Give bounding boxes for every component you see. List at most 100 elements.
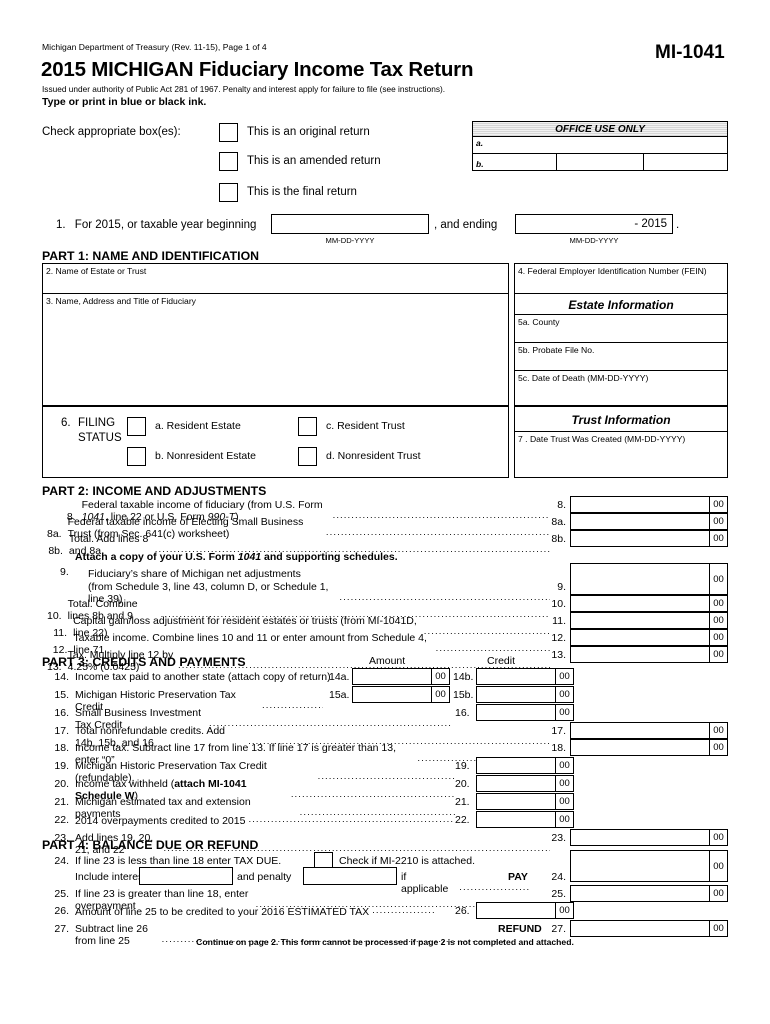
line-26-cents: 00 bbox=[555, 903, 573, 918]
line-16-credit-input[interactable]: 00 bbox=[476, 704, 574, 721]
fiduciary-name-address-title-field[interactable] bbox=[42, 293, 509, 406]
line-8-cents: 00 bbox=[709, 497, 727, 512]
line-27-amount-input[interactable]: 00 bbox=[570, 920, 728, 937]
estate-information-title: Estate Information bbox=[568, 298, 674, 312]
check-boxes-intro: Check appropriate box(es): bbox=[42, 126, 181, 138]
line-14-text: Income tax paid to another state (attach… bbox=[75, 671, 331, 683]
nonresident-trust-row[interactable]: d. Nonresident Trust bbox=[298, 447, 421, 466]
line-9-amount-input[interactable]: 00 bbox=[570, 563, 728, 595]
line-19-amount-input[interactable]: 00 bbox=[476, 757, 574, 774]
line-8b-amount-input[interactable]: 00 bbox=[570, 530, 728, 547]
office-use-row-b[interactable]: b. bbox=[472, 154, 728, 171]
line-17-amount-input[interactable]: 00 bbox=[570, 722, 728, 739]
attach-1041-note: Attach a copy of your U.S. Form 1041 and… bbox=[75, 551, 398, 563]
line-13-rno: 13. bbox=[551, 649, 566, 661]
amended-return-checkbox[interactable] bbox=[219, 152, 238, 171]
line-23-rno: 23. bbox=[551, 832, 566, 844]
probate-file-no-label: 5b. Probate File No. bbox=[518, 345, 595, 355]
line-11-amount-input[interactable]: 00 bbox=[570, 612, 728, 629]
line-9-number: 9. bbox=[60, 566, 69, 578]
line-14a-amount-input[interactable]: 00 bbox=[352, 668, 450, 685]
line-25-number: 25. bbox=[54, 888, 69, 900]
line-24-number: 24. bbox=[54, 855, 69, 867]
resident-trust-checkbox[interactable] bbox=[298, 417, 317, 436]
line-22-row: 2014 overpayments credited to 2015 .....… bbox=[75, 814, 457, 827]
nonresident-trust-checkbox[interactable] bbox=[298, 447, 317, 466]
line-14a-label: 14a. bbox=[329, 671, 350, 683]
ending-date-input[interactable]: - 2015 bbox=[515, 214, 673, 234]
line-27-rno: 27. bbox=[551, 923, 566, 935]
line-25-amount-input[interactable]: 00 bbox=[570, 885, 728, 902]
line-8a-rno: 8a. bbox=[551, 516, 566, 528]
line-22-amount-input[interactable]: 00 bbox=[476, 811, 574, 828]
issued-authority-line: Issued under authority of Public Act 281… bbox=[42, 84, 446, 94]
office-use-only-title: OFFICE USE ONLY bbox=[472, 121, 728, 137]
line-11-cents: 00 bbox=[709, 613, 727, 628]
line-8a-cents: 00 bbox=[709, 514, 727, 529]
final-return-checkbox[interactable] bbox=[219, 183, 238, 202]
line-26-leader: ................. bbox=[372, 905, 436, 916]
line-21-cents: 00 bbox=[555, 794, 573, 809]
pay-label: PAY bbox=[508, 871, 528, 883]
form-page: Michigan Department of Treasury (Rev. 11… bbox=[0, 0, 770, 1024]
office-use-row-b-cell2[interactable] bbox=[557, 154, 644, 170]
line-16-label: 16. bbox=[455, 707, 470, 719]
line-14b-credit-input[interactable]: 00 bbox=[476, 668, 574, 685]
form-number: MI-1041 bbox=[655, 42, 725, 63]
line-15b-cents: 00 bbox=[555, 687, 573, 702]
line-27-number: 27. bbox=[54, 923, 69, 935]
line-22-text: 2014 overpayments credited to 2015 bbox=[75, 815, 246, 827]
original-return-checkbox[interactable] bbox=[219, 123, 238, 142]
line-10-amount-input[interactable]: 00 bbox=[570, 595, 728, 612]
beginning-date-input[interactable] bbox=[271, 214, 429, 234]
fiduciary-name-address-title-label: 3. Name, Address and Title of Fiduciary bbox=[46, 296, 196, 306]
interest-input[interactable] bbox=[139, 867, 233, 885]
line-18-number: 18. bbox=[54, 742, 69, 754]
line-8-amount-input[interactable]: 00 bbox=[570, 496, 728, 513]
line-17-rno: 17. bbox=[551, 725, 566, 737]
line-8a-amount-input[interactable]: 00 bbox=[570, 513, 728, 530]
line-20-amount-input[interactable]: 00 bbox=[476, 775, 574, 792]
line-12-amount-input[interactable]: 00 bbox=[570, 629, 728, 646]
line1-text-before: For 2015, or taxable year beginning bbox=[74, 219, 257, 231]
office-use-row-a[interactable]: a. bbox=[472, 137, 728, 154]
footer-note: Continue on page 2. This form cannot be … bbox=[196, 937, 574, 947]
line-18-amount-input[interactable]: 00 bbox=[570, 739, 728, 756]
resident-trust-row[interactable]: c. Resident Trust bbox=[298, 417, 405, 436]
original-return-row[interactable]: This is an original return bbox=[219, 123, 370, 142]
nonresident-estate-checkbox[interactable] bbox=[127, 447, 146, 466]
line-15b-credit-input[interactable]: 00 bbox=[476, 686, 574, 703]
date-of-death-label: 5c. Date of Death (MM-DD-YYYY) bbox=[518, 373, 649, 383]
line-16-cents: 00 bbox=[555, 705, 573, 720]
line-25-rno: 25. bbox=[551, 888, 566, 900]
line-25-cents: 00 bbox=[709, 886, 727, 901]
penalty-input[interactable] bbox=[303, 867, 397, 885]
line-23-amount-input[interactable]: 00 bbox=[570, 829, 728, 846]
final-return-row[interactable]: This is the final return bbox=[219, 183, 357, 202]
resident-estate-row[interactable]: a. Resident Estate bbox=[127, 417, 241, 436]
resident-estate-checkbox[interactable] bbox=[127, 417, 146, 436]
line-24-rno: 24. bbox=[551, 871, 566, 883]
line-8b-cents: 00 bbox=[709, 531, 727, 546]
date-trust-created-label: 7 . Date Trust Was Created (MM-DD-YYYY) bbox=[518, 434, 686, 444]
line-21-amount-input[interactable]: 00 bbox=[476, 793, 574, 810]
office-use-only-block: OFFICE USE ONLY a. b. bbox=[472, 121, 728, 171]
office-use-row-b-cell3[interactable] bbox=[644, 154, 727, 170]
line-26-number: 26. bbox=[54, 905, 69, 917]
nonresident-estate-row[interactable]: b. Nonresident Estate bbox=[127, 447, 256, 466]
line-9-cents: 00 bbox=[709, 564, 727, 594]
line-24-cents: 00 bbox=[709, 851, 727, 881]
trust-information-header: Trust Information bbox=[514, 406, 728, 433]
nonresident-trust-label: d. Nonresident Trust bbox=[326, 450, 421, 462]
line-24-amount-input[interactable]: 00 bbox=[570, 850, 728, 882]
mi-2210-attached-label: Check if MI-2210 is attached. bbox=[339, 855, 475, 867]
line-13-amount-input[interactable]: 00 bbox=[570, 646, 728, 663]
amended-return-row[interactable]: This is an amended return bbox=[219, 152, 381, 171]
line-22-leader: ........................................… bbox=[248, 814, 455, 825]
line-26-amount-input[interactable]: 00 bbox=[476, 902, 574, 919]
office-use-row-a-label: a. bbox=[476, 138, 484, 148]
line-15a-amount-input[interactable]: 00 bbox=[352, 686, 450, 703]
line-9-rno: 9. bbox=[557, 581, 566, 593]
final-return-label: This is the final return bbox=[247, 186, 357, 198]
line-20-label: 20. bbox=[455, 778, 470, 790]
